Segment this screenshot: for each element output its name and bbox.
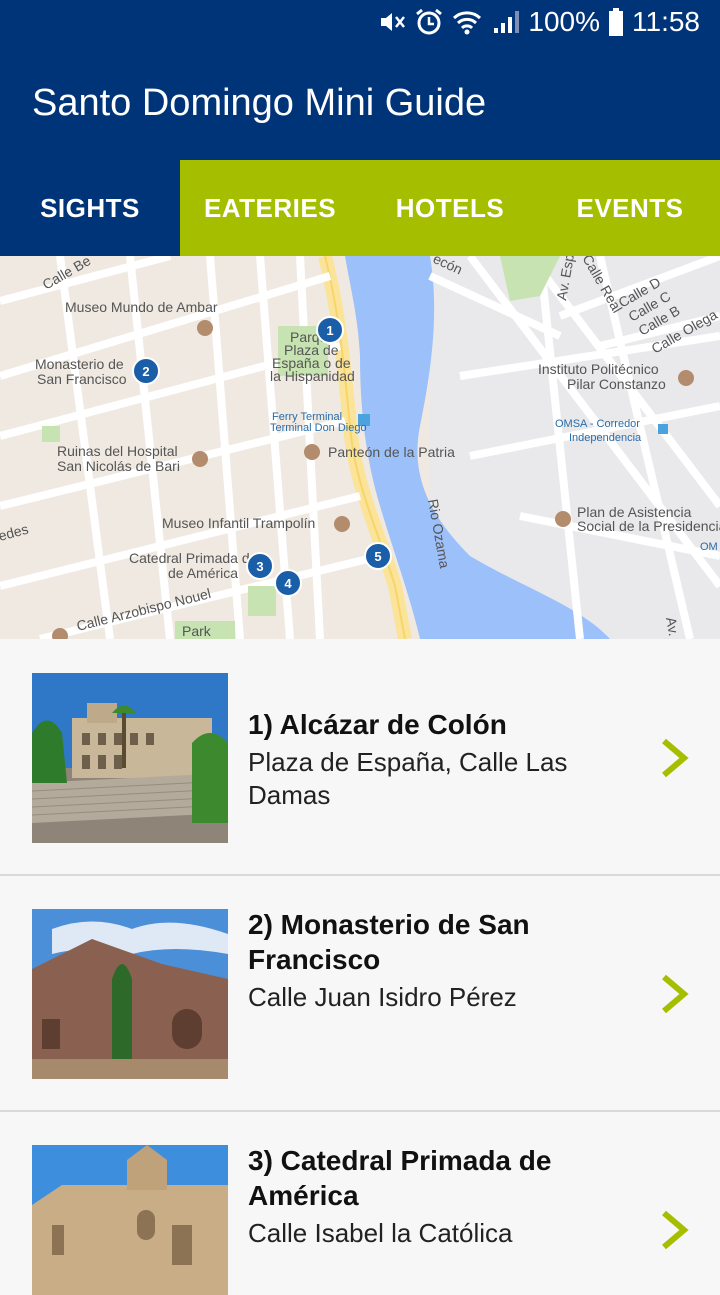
map-label: San Nicolás de Bari bbox=[57, 458, 180, 474]
landmark-poi-icon bbox=[304, 444, 320, 460]
mute-icon bbox=[376, 7, 406, 37]
svg-text:5: 5 bbox=[374, 549, 381, 564]
map-label: Instituto Politécnico bbox=[538, 361, 659, 377]
tab-sights[interactable]: SIGHTS bbox=[0, 160, 180, 256]
bus-poi-icon bbox=[658, 424, 668, 434]
battery-percent: 100% bbox=[528, 6, 600, 38]
svg-text:2: 2 bbox=[142, 364, 149, 379]
museum-poi-icon bbox=[334, 516, 350, 532]
map-label: la Hispanidad bbox=[270, 368, 355, 384]
tab-events[interactable]: EVENTS bbox=[540, 160, 720, 256]
sight-thumbnail bbox=[32, 1145, 228, 1295]
tab-eateries[interactable]: EATERIES bbox=[180, 160, 360, 256]
school-poi-icon bbox=[678, 370, 694, 386]
map-label: OMSA - Corredor bbox=[555, 418, 640, 430]
map-marker-5[interactable]: 5 bbox=[365, 543, 391, 569]
status-bar: 100% 11:58 bbox=[0, 0, 720, 48]
map-label: Museo Infantil Trampolín bbox=[162, 515, 315, 531]
map-label: OM bbox=[700, 541, 718, 553]
map-label: de América bbox=[168, 565, 238, 581]
museum-poi-icon bbox=[555, 511, 571, 527]
map-label: Ruinas del Hospital bbox=[57, 443, 178, 459]
sight-thumbnail bbox=[32, 673, 228, 843]
map-label: Pilar Constanzo bbox=[567, 376, 666, 392]
sights-list: 1) Alcázar de Colón Plaza de España, Cal… bbox=[0, 639, 720, 1280]
chevron-right-icon[interactable] bbox=[660, 737, 690, 779]
sight-address: Calle Isabel la Católica bbox=[248, 1217, 638, 1250]
camera-poi-icon bbox=[192, 451, 208, 467]
sight-name: 3) Catedral Primada de América bbox=[248, 1143, 638, 1213]
sight-thumbnail bbox=[32, 909, 228, 1079]
map-marker-4[interactable]: 4 bbox=[275, 570, 301, 596]
wifi-icon bbox=[452, 7, 482, 37]
sight-name: 1) Alcázar de Colón bbox=[248, 707, 638, 742]
map-marker-1[interactable]: 1 bbox=[317, 317, 343, 343]
map-label: Monasterio de bbox=[35, 356, 124, 372]
chevron-right-icon[interactable] bbox=[660, 973, 690, 1015]
list-item[interactable]: 3) Catedral Primada de América Calle Isa… bbox=[0, 1111, 720, 1291]
map-canvas[interactable]: Museo Mundo de Ambar Monasterio de San F… bbox=[0, 256, 720, 639]
chevron-right-icon[interactable] bbox=[660, 1209, 690, 1251]
sight-name: 2) Monasterio de San Francisco bbox=[248, 907, 638, 977]
map-label: Social de la Presidencia bbox=[577, 518, 720, 534]
map-label: Panteón de la Patria bbox=[328, 444, 455, 460]
map-label: Av. bbox=[663, 616, 682, 637]
map-label: San Francisco bbox=[37, 371, 127, 387]
signal-icon bbox=[490, 7, 520, 37]
museum-poi-icon bbox=[197, 320, 213, 336]
map-view[interactable]: Museo Mundo de Ambar Monasterio de San F… bbox=[0, 256, 720, 639]
app-bar: Santo Domingo Mini Guide bbox=[0, 48, 720, 160]
map-label: Museo Mundo de Ambar bbox=[65, 299, 218, 315]
svg-text:3: 3 bbox=[256, 559, 263, 574]
tab-hotels[interactable]: HOTELS bbox=[360, 160, 540, 256]
map-label: Catedral Primada de bbox=[129, 550, 258, 566]
sight-address: Calle Juan Isidro Pérez bbox=[248, 981, 638, 1014]
battery-icon bbox=[608, 7, 624, 37]
app-title: Santo Domingo Mini Guide bbox=[32, 82, 486, 125]
tab-bar: SIGHTS EATERIES HOTELS EVENTS bbox=[0, 160, 720, 256]
map-label: Terminal Don Diego bbox=[270, 422, 367, 434]
clock: 11:58 bbox=[632, 6, 700, 38]
svg-text:4: 4 bbox=[284, 576, 292, 591]
list-item[interactable]: 2) Monasterio de San Francisco Calle Jua… bbox=[0, 875, 720, 1112]
list-item[interactable]: 1) Alcázar de Colón Plaza de España, Cal… bbox=[0, 639, 720, 876]
map-marker-3[interactable]: 3 bbox=[247, 553, 273, 579]
status-icons: 100% 11:58 bbox=[376, 6, 700, 38]
map-marker-2[interactable]: 2 bbox=[133, 358, 159, 384]
map-label: Park bbox=[182, 623, 212, 639]
sight-address: Plaza de España, Calle Las Damas bbox=[248, 746, 638, 812]
svg-text:1: 1 bbox=[326, 323, 333, 338]
map-label: Independencia bbox=[569, 432, 642, 444]
alarm-icon bbox=[414, 7, 444, 37]
